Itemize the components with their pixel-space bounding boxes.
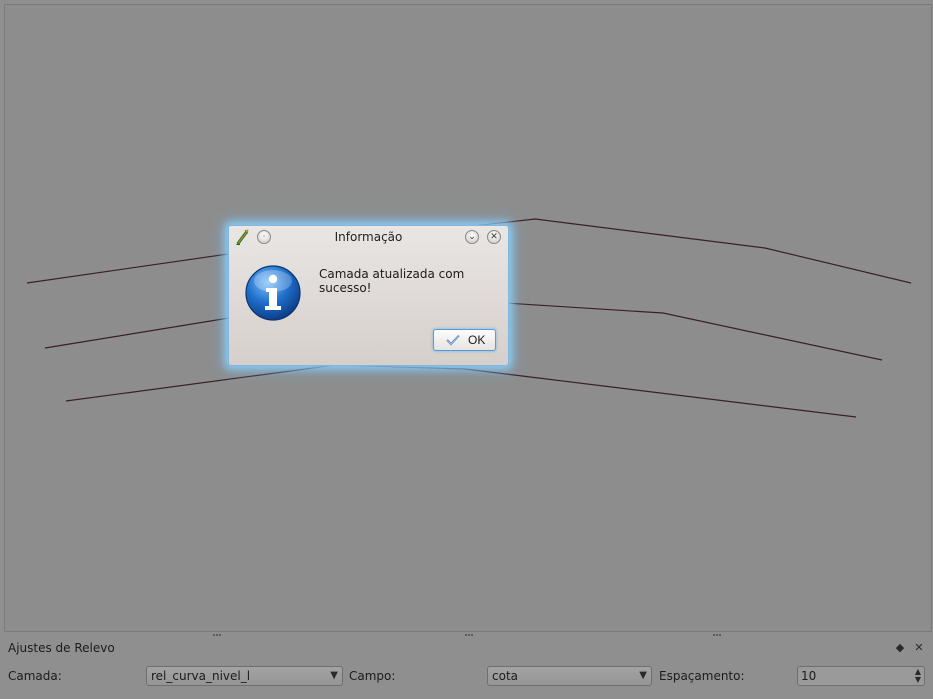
information-dialog: · Informação ⌄ ✕ Camada atualizada com s… bbox=[228, 225, 509, 366]
ok-button[interactable]: OK bbox=[433, 329, 496, 351]
espacamento-value: 10 bbox=[801, 669, 817, 683]
float-icon[interactable]: ◆ bbox=[893, 641, 907, 655]
campo-combobox[interactable]: cota ▼ bbox=[487, 666, 652, 686]
contour-line bbox=[65, 364, 857, 418]
close-icon[interactable]: ✕ bbox=[487, 230, 501, 244]
dock-close-icon[interactable]: ✕ bbox=[912, 641, 926, 655]
camada-label: Camada: bbox=[8, 669, 62, 683]
campo-label: Campo: bbox=[349, 669, 396, 683]
chevron-down-icon: ▼ bbox=[330, 670, 338, 681]
information-icon bbox=[245, 265, 301, 321]
espacamento-spinbox[interactable]: 10 ▲ ▼ bbox=[797, 666, 925, 686]
minimize-icon[interactable]: ⌄ bbox=[465, 230, 479, 244]
camada-combobox[interactable]: rel_curva_nivel_l ▼ bbox=[146, 666, 343, 686]
espacamento-label: Espaçamento: bbox=[659, 669, 745, 683]
camada-value: rel_curva_nivel_l bbox=[151, 669, 251, 683]
dialog-message: Camada atualizada com sucesso! bbox=[319, 267, 465, 295]
spin-arrows-icon[interactable]: ▲ ▼ bbox=[915, 668, 921, 684]
ok-label: OK bbox=[468, 333, 486, 347]
chevron-down-icon: ▼ bbox=[639, 670, 647, 681]
campo-value: cota bbox=[492, 669, 518, 683]
relief-settings-dock: Ajustes de Relevo ◆ ✕ Camada: rel_curva_… bbox=[0, 638, 933, 699]
checkmark-icon bbox=[446, 334, 460, 346]
dock-title: Ajustes de Relevo bbox=[8, 641, 115, 655]
dialog-titlebar[interactable]: · Informação ⌄ ✕ bbox=[229, 226, 508, 248]
